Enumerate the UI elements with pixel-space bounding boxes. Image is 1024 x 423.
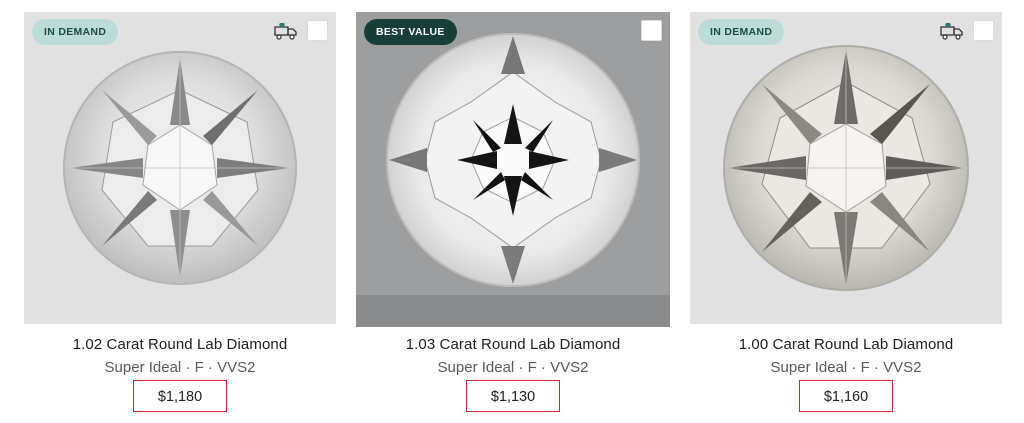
product-card[interactable]: IN DEMAND 1.02 Carat Round Lab Diamond S… [24, 12, 336, 412]
product-specs: Super Ideal · F · VVS2 [104, 359, 256, 376]
product-image[interactable]: IN DEMAND [690, 12, 1002, 324]
product-title[interactable]: 1.02 Carat Round Lab Diamond [24, 336, 336, 353]
best-value-badge: BEST VALUE [364, 19, 457, 45]
diamond-image [386, 33, 640, 288]
product-image[interactable]: BEST VALUE [356, 12, 670, 327]
product-title[interactable]: 1.00 Carat Round Lab Diamond [690, 336, 1002, 353]
in-demand-badge: IN DEMAND [32, 19, 119, 45]
product-specs: Super Ideal · F · VVS2 [437, 359, 589, 376]
product-price: $1,160 [799, 380, 893, 412]
diamond-image [63, 51, 297, 285]
product-price: $1,180 [133, 380, 227, 412]
truck-icon [940, 23, 963, 40]
product-card[interactable]: IN DEMAND 1.00 Carat Round Lab Diamond S… [690, 12, 1002, 412]
product-price: $1,130 [466, 380, 560, 412]
product-title[interactable]: 1.03 Carat Round Lab Diamond [356, 336, 670, 353]
product-image[interactable]: IN DEMAND [24, 12, 336, 324]
compare-checkbox[interactable] [973, 20, 994, 41]
product-specs: Super Ideal · F · VVS2 [770, 359, 922, 376]
compare-checkbox[interactable] [307, 20, 328, 41]
product-card[interactable]: BEST VALUE 1.03 Carat Round Lab Diamond … [356, 12, 670, 412]
truck-icon [274, 23, 297, 40]
compare-checkbox[interactable] [641, 20, 662, 41]
diamond-image [723, 45, 969, 291]
in-demand-badge: IN DEMAND [698, 19, 785, 45]
